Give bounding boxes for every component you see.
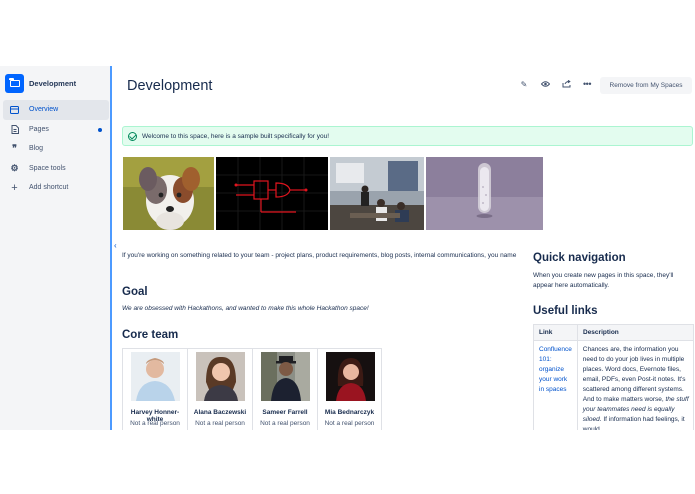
useful-links-table: Link Description Confluence 101: organiz… [533, 324, 694, 430]
sidebar-item-space-tools[interactable]: ⚙ Space tools [3, 159, 109, 179]
check-circle-icon [128, 131, 137, 141]
team-member-card: Sameer Farrell Not a real person [253, 349, 318, 430]
sidebar-item-label: Blog [29, 145, 44, 153]
watch-eye-icon[interactable] [539, 78, 551, 90]
plus-icon: + [11, 181, 18, 194]
avatar [261, 352, 310, 401]
sidebar-item-label: Pages [29, 125, 49, 133]
avatar [131, 352, 180, 401]
overview-icon [10, 105, 19, 114]
page-title: Development [127, 78, 213, 94]
useful-links-heading: Useful links [533, 305, 598, 317]
team-member-card: Harvey Honner-white Not a real person [123, 349, 188, 430]
main-content: Development ✎ ••• Remove from My Spaces … [114, 66, 695, 430]
table-header-row: Link Description [534, 324, 693, 341]
sidebar-item-blog[interactable]: ❞ Blog [3, 139, 109, 159]
sidebar-item-overview[interactable]: Overview [3, 100, 109, 120]
sidebar-item-label: Add shortcut [29, 184, 69, 192]
sidebar-item-add-shortcut[interactable]: + Add shortcut [3, 178, 109, 198]
sidebar-item-label: Overview [29, 106, 59, 114]
sidebar-item-label: Space tools [29, 164, 66, 172]
column-header-description: Description [583, 329, 619, 336]
quick-navigation-heading: Quick navigation [533, 252, 626, 264]
conference-room-image[interactable] [330, 157, 424, 230]
goal-heading: Goal [122, 286, 148, 298]
member-name: Alana Baczewski [193, 409, 247, 416]
sidebar-item-pages[interactable]: Pages [3, 120, 109, 140]
remove-from-my-spaces-button[interactable]: Remove from My Spaces [600, 77, 692, 94]
intro-paragraph: If you're working on something related t… [122, 252, 517, 259]
team-member-card: Mia Bednarczyk Not a real person [318, 349, 381, 430]
space-header[interactable]: Development [5, 74, 76, 93]
gear-icon: ⚙ [10, 162, 19, 173]
member-role: Not a real person [324, 420, 375, 427]
member-role: Not a real person [260, 420, 310, 427]
confluence-101-link[interactable]: Confluence 101: organize your work in sp… [534, 341, 578, 430]
core-team-heading: Core team [122, 329, 179, 341]
member-name: Sameer Farrell [262, 409, 308, 416]
sidebar-nav: Overview Pages ❞ Blog ⚙ Space tools + Ad… [3, 100, 109, 198]
table-row: Confluence 101: organize your work in sp… [534, 341, 693, 430]
page-toolbar: ✎ ••• [518, 78, 602, 90]
capsule-image[interactable] [426, 157, 543, 230]
unread-dot [98, 127, 102, 132]
team-member-card: Alana Baczewski Not a real person [188, 349, 253, 430]
avatar [196, 352, 245, 401]
space-logo-icon [5, 74, 24, 93]
member-role: Not a real person [130, 420, 180, 427]
share-icon[interactable] [560, 78, 572, 90]
quick-navigation-text: When you create new pages in this space,… [533, 272, 674, 289]
pages-icon [10, 124, 19, 134]
member-role: Not a real person [195, 420, 245, 427]
space-name: Development [29, 79, 77, 88]
more-icon[interactable]: ••• [581, 78, 593, 90]
member-name: Mia Bednarczyk [324, 409, 375, 416]
puppy-image[interactable] [123, 157, 214, 230]
circuit-diagram-image[interactable] [216, 157, 328, 230]
sidebar: Development Overview Pages ❞ Blog ⚙ Spac… [0, 66, 112, 430]
confluence-window: Development Overview Pages ❞ Blog ⚙ Spac… [0, 66, 695, 430]
info-panel-text: Welcome to this space, here is a sample … [142, 132, 330, 140]
edit-pencil-icon[interactable]: ✎ [518, 78, 530, 90]
column-header-link: Link [534, 324, 578, 341]
info-panel: Welcome to this space, here is a sample … [122, 126, 693, 146]
core-team-table: Harvey Honner-white Not a real person Al… [122, 348, 382, 430]
link-description: Chances are, the information you need to… [582, 346, 689, 430]
avatar [326, 352, 375, 401]
goal-text: We are obsessed with Hackathons, and wan… [122, 305, 369, 312]
blog-quote-icon: ❞ [12, 143, 17, 154]
